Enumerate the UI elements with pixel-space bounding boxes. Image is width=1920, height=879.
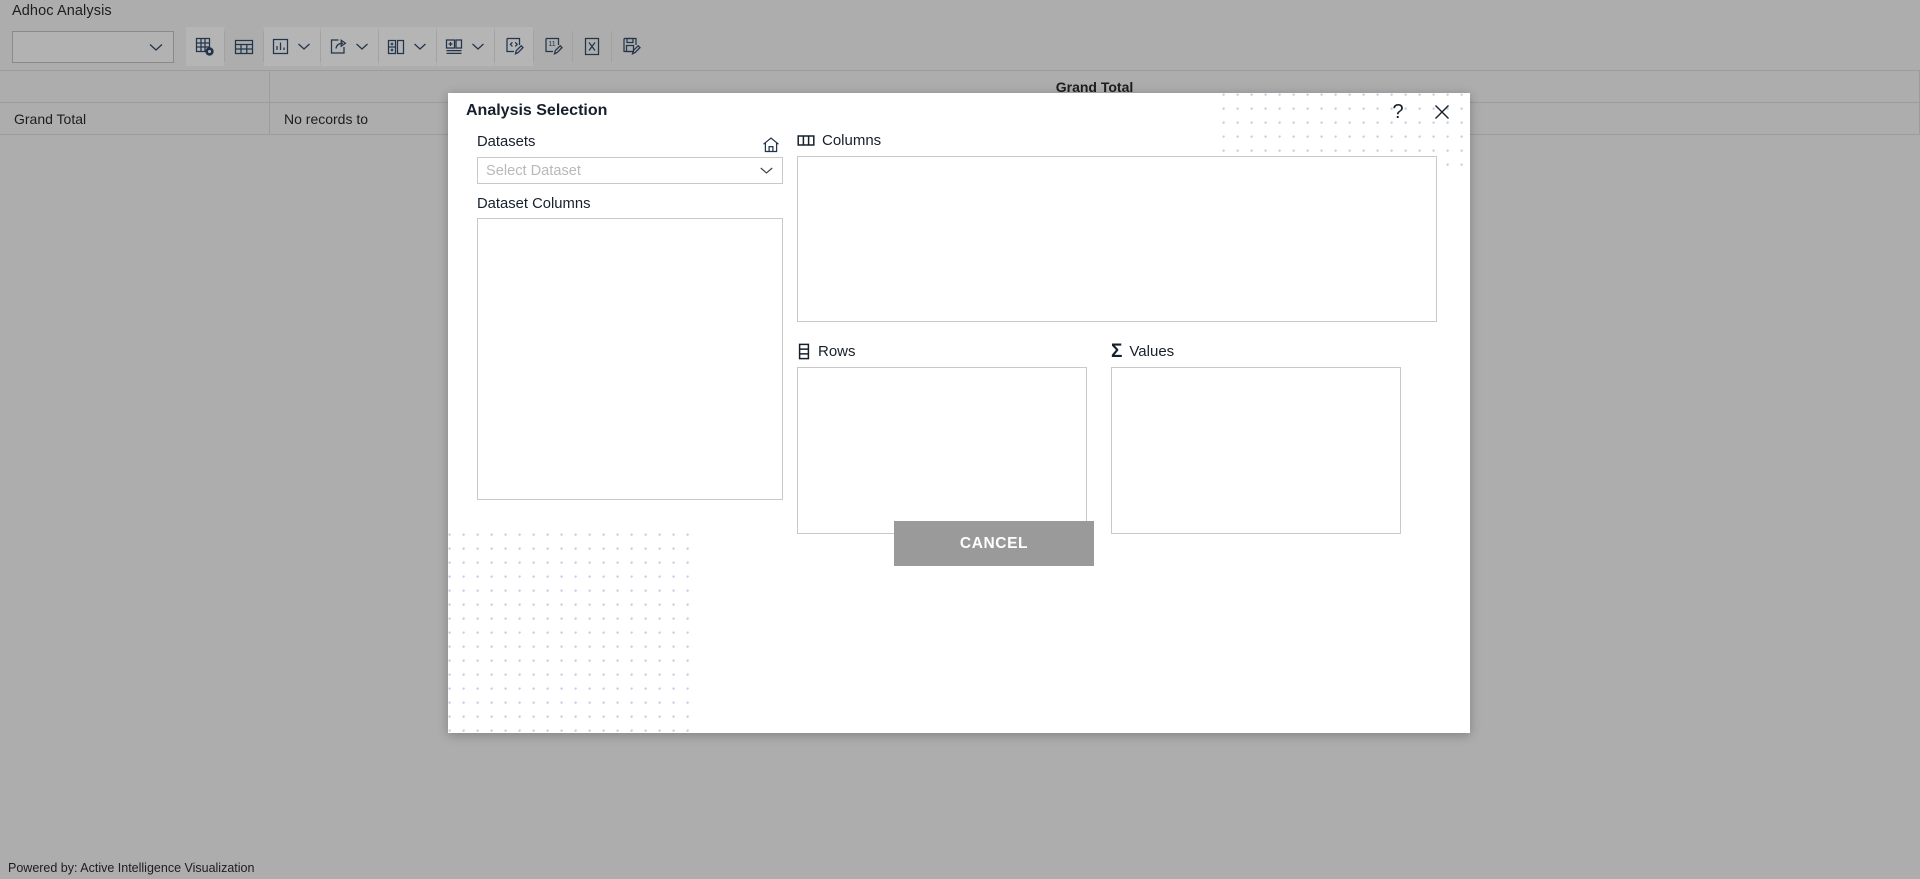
pivot-header-corner — [0, 71, 270, 102]
add-column-icon — [386, 37, 406, 57]
datasets-label-row: Datasets — [477, 133, 783, 157]
chevron-down-icon[interactable] — [355, 42, 369, 51]
columns-zone-title: Columns — [797, 129, 1437, 151]
dataset-columns-label: Dataset Columns — [477, 196, 591, 212]
values-zone: Σ Values — [1111, 340, 1401, 534]
chevron-down-icon[interactable] — [413, 42, 427, 51]
excel-export-icon — [582, 36, 602, 57]
help-icon: ? — [1392, 100, 1404, 123]
export-share-button[interactable] — [321, 27, 378, 66]
grid-table-icon — [233, 37, 255, 57]
dataset-dropdown[interactable]: Select Dataset — [477, 157, 783, 184]
save-report-icon — [621, 36, 642, 57]
columns-zone-label: Columns — [822, 131, 882, 149]
cancel-button[interactable]: CANCEL — [894, 521, 1094, 566]
close-button[interactable] — [1428, 98, 1456, 126]
decorative-dot-pattern-bottom-left — [448, 533, 696, 733]
help-button[interactable]: ? — [1384, 98, 1412, 126]
datasets-label: Datasets — [477, 134, 536, 150]
rows-zone-label: Rows — [818, 342, 856, 360]
app-root: Adhoc Analysis 11 Grand Total Grand Tota… — [0, 0, 1920, 879]
dataset-columns-list[interactable] — [477, 218, 783, 500]
values-drop-zone[interactable] — [1111, 367, 1401, 534]
pivot-zones-pane: Columns Rows Σ Values — [797, 129, 1437, 534]
rows-zone-title: Rows — [797, 340, 1087, 362]
toolbar-dataset-select[interactable] — [12, 30, 174, 63]
footer-credit: Powered by: Active Intelligence Visualiz… — [8, 861, 255, 875]
values-zone-title: Σ Values — [1111, 340, 1401, 362]
chart-button[interactable] — [264, 27, 320, 66]
close-icon — [1433, 103, 1451, 121]
save-report-button[interactable] — [612, 27, 650, 66]
add-column-button[interactable] — [379, 27, 436, 66]
home-button[interactable] — [759, 133, 783, 157]
values-zone-label: Values — [1129, 342, 1175, 360]
rows-drop-zone[interactable] — [797, 367, 1087, 534]
rows-icon — [797, 343, 811, 360]
dataset-dropdown-value: Select Dataset — [486, 162, 581, 179]
lower-zones: Rows Σ Values — [797, 340, 1437, 534]
number-format-icon: 11 — [543, 36, 564, 57]
chart-icon — [271, 37, 290, 56]
sigma-icon: Σ — [1111, 340, 1123, 362]
pivot-settings-button[interactable] — [186, 27, 224, 66]
number-format-button[interactable]: 11 — [534, 27, 572, 66]
dataset-pane: Datasets Select Dataset Dataset Columns — [477, 133, 783, 500]
home-icon — [761, 135, 781, 155]
code-edit-button[interactable] — [495, 27, 533, 66]
columns-zone: Columns — [797, 129, 1437, 322]
chevron-down-icon — [759, 166, 774, 175]
dialog-title: Analysis Selection — [466, 102, 608, 119]
page-title: Adhoc Analysis — [12, 3, 112, 19]
analysis-selection-dialog: Analysis Selection ? Datasets Select Dat… — [448, 93, 1470, 733]
excel-export-button[interactable] — [573, 27, 611, 66]
pivot-settings-icon — [194, 36, 216, 58]
rows-zone: Rows — [797, 340, 1087, 534]
columns-drop-zone[interactable] — [797, 156, 1437, 322]
code-edit-icon — [504, 36, 525, 57]
chevron-down-icon[interactable] — [471, 42, 485, 51]
svg-text:11: 11 — [548, 41, 555, 48]
grid-table-button[interactable] — [225, 27, 263, 66]
chevron-down-icon[interactable] — [297, 42, 311, 51]
export-share-icon — [328, 37, 348, 56]
pivot-row-label: Grand Total — [0, 103, 270, 134]
add-member-button[interactable] — [437, 27, 494, 66]
chevron-down-icon — [148, 42, 164, 52]
add-member-icon — [444, 37, 464, 57]
columns-icon — [797, 133, 815, 148]
toolbar: 11 — [12, 27, 650, 66]
